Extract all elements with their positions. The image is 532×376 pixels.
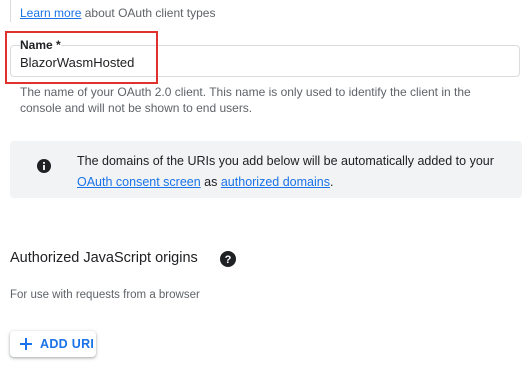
learn-more-suffix: about OAuth client types <box>84 6 216 20</box>
learn-more-row: Learn more about OAuth client types <box>20 6 215 20</box>
plus-icon <box>20 338 32 350</box>
info-text: The domains of the URIs you add below wi… <box>77 151 507 193</box>
svg-text:?: ? <box>225 254 232 266</box>
authorized-domains-link[interactable]: authorized domains <box>221 175 330 189</box>
oauth-consent-link[interactable]: OAuth consent screen <box>77 175 201 189</box>
js-origins-description: For use with requests from a browser <box>10 289 200 301</box>
name-hint: The name of your OAuth 2.0 client. This … <box>20 85 471 115</box>
name-value[interactable]: BlazorWasmHosted <box>20 55 134 70</box>
learn-more-link[interactable]: Learn more <box>20 6 81 20</box>
info-banner: The domains of the URIs you add below wi… <box>10 141 522 198</box>
info-icon <box>37 159 51 173</box>
card-border <box>10 0 11 22</box>
add-uri-label: ADD URI <box>40 337 95 351</box>
info-text-after: . <box>329 175 334 189</box>
help-icon[interactable]: ? <box>220 251 236 267</box>
name-label: Name * <box>20 38 61 52</box>
oauth-client-form: Learn more about OAuth client types Name… <box>0 0 532 376</box>
info-text-middle: as <box>204 175 218 189</box>
js-origins-title: Authorized JavaScript origins <box>10 250 198 266</box>
add-uri-button[interactable]: ADD URI <box>10 331 96 357</box>
info-text-before: The domains of the URIs you add below wi… <box>77 154 494 168</box>
